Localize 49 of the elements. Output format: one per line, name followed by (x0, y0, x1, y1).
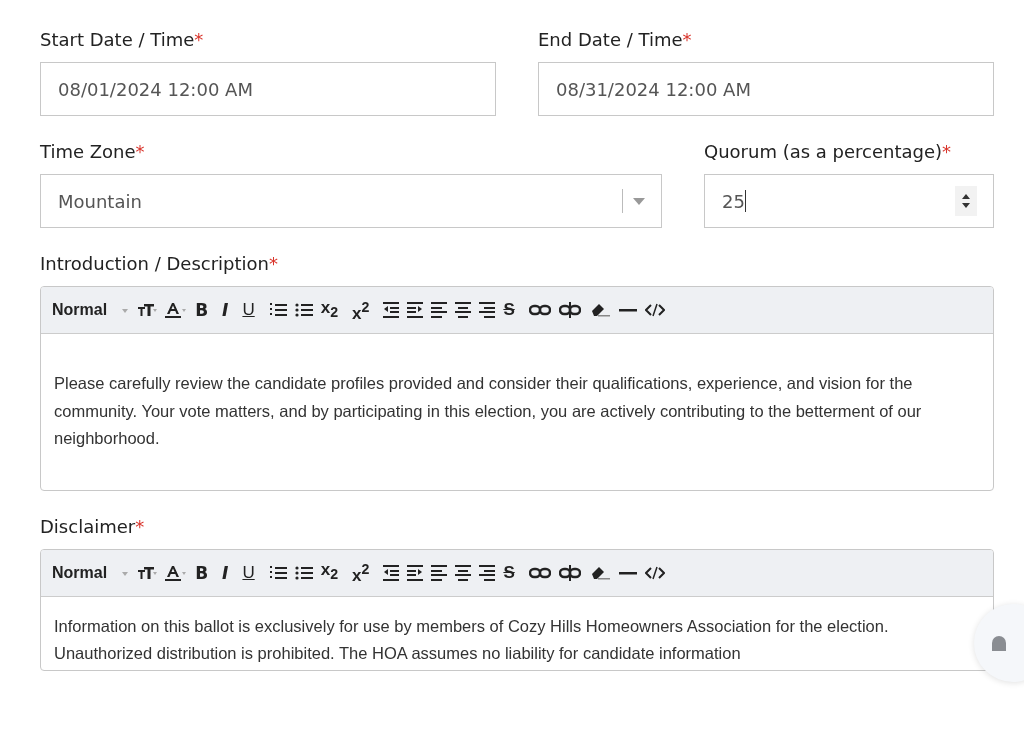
bold-button[interactable]: B (195, 302, 209, 318)
align-left-icon[interactable] (431, 564, 448, 581)
align-left-icon[interactable] (431, 302, 448, 318)
outdent-icon[interactable] (383, 302, 400, 318)
font-color-icon[interactable] (165, 564, 188, 581)
number-field[interactable]: 25 (704, 174, 994, 228)
font-size-icon[interactable] (137, 564, 158, 581)
superscript-button[interactable]: x$^{2}$ (352, 561, 370, 584)
subscript-button[interactable]: x$_{2}$ (320, 562, 339, 583)
bold-button[interactable]: B (195, 564, 209, 581)
indent-icon[interactable] (407, 564, 424, 581)
unlink-icon[interactable] (558, 564, 581, 581)
code-icon[interactable] (644, 302, 665, 318)
align-center-icon[interactable] (455, 302, 472, 318)
select-field[interactable]: Mountain (40, 174, 662, 228)
italic-button[interactable]: I (222, 564, 229, 581)
date-time-field[interactable]: 08/01/2024 12:00 AM (40, 62, 496, 116)
spinner-icon[interactable] (955, 186, 977, 216)
superscript-button[interactable]: x$^{2}$ (352, 298, 370, 322)
date-time-field[interactable]: 08/31/2024 12:00 AM (538, 62, 994, 116)
paragraph-style-dropdown[interactable]: Normal (52, 563, 108, 582)
strikethrough-button[interactable]: S (503, 564, 515, 581)
field-label: End Date / Time* (538, 28, 693, 52)
align-right-icon[interactable] (479, 564, 496, 581)
field-label: Start Date / Time* (40, 28, 205, 52)
outdent-icon[interactable] (383, 564, 400, 581)
bullet-list-icon[interactable] (294, 564, 313, 581)
dropdown-arrow-icon[interactable] (633, 197, 645, 205)
field-label: Quorum (as a percentage)* (704, 140, 953, 164)
field-label: Disclaimer* (40, 514, 146, 539)
code-icon[interactable] (644, 564, 665, 581)
field-label: Introduction / Description* (40, 252, 280, 276)
font-size-icon[interactable] (137, 302, 158, 318)
underline-button[interactable]: U (242, 302, 255, 318)
paragraph-style-dropdown[interactable]: Normal (52, 301, 108, 319)
unlink-icon[interactable] (558, 302, 581, 318)
link-icon[interactable] (528, 302, 551, 318)
editor-text[interactable]: Information on this ballot is exclusively for use by members of Cozy Hills Homeowners Association for the election. Unauthorized distribution is prohibited. The HOA assumes no liability for candidate information (41, 596, 963, 670)
editor-text[interactable]: Please carefully review the candidate profiles provided and consider their qualifications, experience, and vision for the community. Your vote matters, and by participating in this election, you are actively contributing to the betterment of our neighborhood. (41, 334, 945, 490)
bullet-list-icon[interactable] (294, 302, 313, 318)
indent-icon[interactable] (407, 302, 424, 318)
strikethrough-button[interactable]: S (503, 302, 515, 318)
italic-button[interactable]: I (222, 302, 229, 318)
align-right-icon[interactable] (479, 302, 496, 318)
field-label: Time Zone* (40, 140, 146, 164)
align-center-icon[interactable] (455, 564, 472, 581)
subscript-button[interactable]: x$_{2}$ (320, 299, 339, 321)
font-color-icon[interactable] (165, 302, 188, 318)
underline-button[interactable]: U (242, 564, 255, 581)
